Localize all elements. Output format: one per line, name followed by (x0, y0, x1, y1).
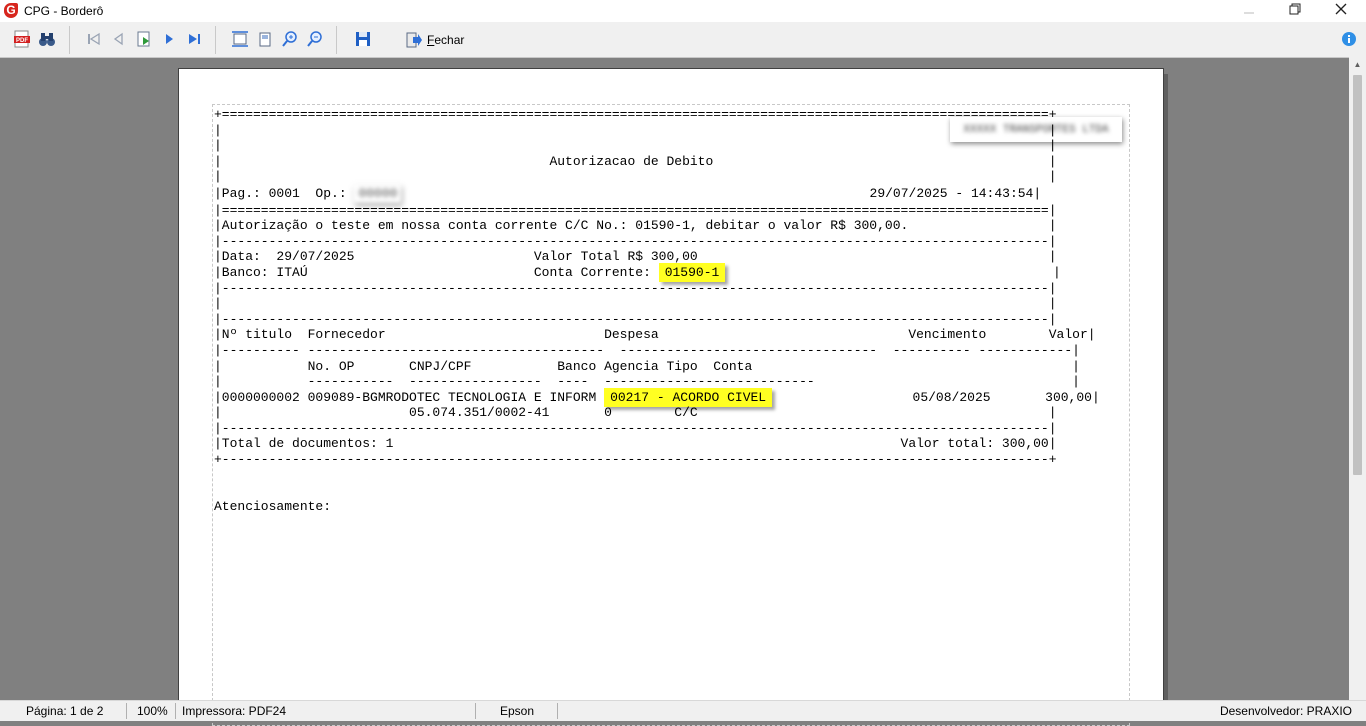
restore-icon (1289, 3, 1301, 15)
zoom-in-icon (282, 31, 297, 47)
save-icon (356, 32, 370, 46)
report-blank-line: | | (214, 296, 1057, 312)
report-border-top: +=======================================… (214, 107, 1057, 122)
report-title: | Autorizacao de Debito | (214, 153, 1057, 169)
minimize-icon (1244, 12, 1254, 14)
close-button[interactable] (1318, 0, 1364, 22)
toolbar-separator (336, 26, 337, 54)
zoom-out-icon (307, 31, 322, 47)
page-width-button[interactable] (229, 28, 251, 50)
goto-page-button[interactable] (133, 28, 155, 50)
conta-corrente-value: 01590-1 (658, 262, 726, 282)
table-row: |0000000002 009089-BGMRODOTEC TECNOLOGIA… (214, 389, 605, 405)
save-button[interactable] (352, 28, 374, 50)
status-zoom: 100% (137, 704, 168, 718)
export-pdf-button[interactable]: PDF (11, 28, 33, 50)
zoom-in-button[interactable] (279, 28, 301, 50)
pdf-export-icon: PDF (14, 30, 30, 48)
close-report-label: Fechar (427, 33, 465, 47)
report-separator: |=======================================… (214, 202, 1057, 218)
last-page-icon (189, 34, 200, 44)
find-button[interactable] (36, 28, 58, 50)
report-separator: |---------------------------------------… (214, 280, 1057, 296)
whole-page-button[interactable] (254, 28, 276, 50)
status-separator (126, 703, 127, 719)
status-separator (175, 703, 176, 719)
close-report-button[interactable]: Fechar (405, 30, 464, 50)
binoculars-search-icon (39, 33, 55, 46)
op-number-redacted: 00000 (354, 184, 402, 203)
toolbar: PDF Fechar (0, 22, 1366, 58)
table-header: |Nº titulo Fornecedor Despesa Vencimento… (214, 327, 1096, 343)
goto-page-icon (137, 31, 150, 47)
next-page-icon (166, 34, 173, 44)
report-page: XXXXX TRANSPORTES LTDA +================… (178, 68, 1164, 726)
toolbar-separator (215, 26, 216, 54)
toolbar-separator (69, 26, 70, 54)
app-logo-icon: G (4, 3, 18, 18)
table-row-detail: | 05.074.351/0002-41 0 C/C | (214, 405, 1057, 421)
report-datetime: 29/07/2025 - 14:43:54| (869, 185, 1042, 201)
scroll-up-icon[interactable]: ▲ (1349, 57, 1366, 73)
next-page-button[interactable] (158, 28, 180, 50)
report-body: +=======================================… (214, 107, 1100, 514)
report-blank-line: | | (214, 169, 1057, 185)
status-printer: Impressora: PDF24 (182, 704, 287, 718)
first-page-icon (88, 32, 100, 46)
maximize-button[interactable] (1272, 0, 1318, 22)
bank-line: |Banco: ITAÚ Conta Corrente: (214, 264, 659, 280)
zoom-out-button[interactable] (304, 28, 326, 50)
closing-text: Atenciosamente: (214, 498, 332, 514)
despesa-value: 00217 - ACORDO CIVEL (604, 387, 773, 407)
previous-page-button[interactable] (108, 28, 130, 50)
title-bar: G CPG - Borderô (0, 0, 1366, 22)
last-page-button[interactable] (183, 28, 205, 50)
minimize-button[interactable] (1226, 0, 1272, 22)
total-line: |Total de documentos: 1 Valor total: 300… (214, 436, 1057, 452)
status-page: Página: 1 de 2 (26, 704, 104, 718)
page-width-icon (232, 31, 248, 47)
vertical-scrollbar[interactable]: ▲ (1349, 57, 1366, 700)
status-bar: Página: 1 de 2 100% Impressora: PDF24 Ep… (0, 700, 1366, 721)
close-icon (1335, 3, 1347, 15)
table-row-rest: 05/08/2025 300,00| (772, 389, 1100, 405)
first-page-button[interactable] (83, 28, 105, 50)
report-separator: |---------------------------------------… (214, 420, 1057, 436)
status-separator (475, 703, 476, 719)
report-blank-line: | | (214, 122, 1057, 138)
authorization-text: |Autorização o teste em nossa conta corr… (214, 218, 1057, 234)
date-total-line: |Data: 29/07/2025 Valor Total R$ 300,00 … (214, 249, 1057, 265)
table-subheader: | No. OP CNPJ/CPF Banco Agencia Tipo Con… (214, 358, 1080, 374)
table-subheader-underline: | ----------- ----------------- ---- ---… (214, 374, 1080, 390)
help-button[interactable] (1338, 28, 1360, 50)
report-blank-line: | | (214, 138, 1057, 154)
previous-page-icon (113, 32, 123, 46)
whole-page-icon (259, 32, 271, 47)
table-header-underline: |---------- ----------------------------… (214, 342, 1080, 358)
spacer: | (725, 264, 1061, 280)
status-developer: Desenvolvedor: PRAXIO (1219, 704, 1352, 718)
scroll-thumb[interactable] (1353, 75, 1362, 475)
exit-icon (406, 32, 422, 48)
window-title: CPG - Borderô (24, 4, 104, 18)
page-number: |Pag.: 0001 Op.: (214, 185, 355, 201)
status-separator (557, 703, 558, 719)
report-border-bottom: +---------------------------------------… (214, 452, 1057, 468)
report-separator: |---------------------------------------… (214, 311, 1057, 327)
report-separator: |---------------------------------------… (214, 233, 1057, 249)
svg-text:PDF: PDF (16, 38, 28, 44)
status-paper: Epson (500, 704, 535, 718)
help-icon (1342, 32, 1356, 46)
